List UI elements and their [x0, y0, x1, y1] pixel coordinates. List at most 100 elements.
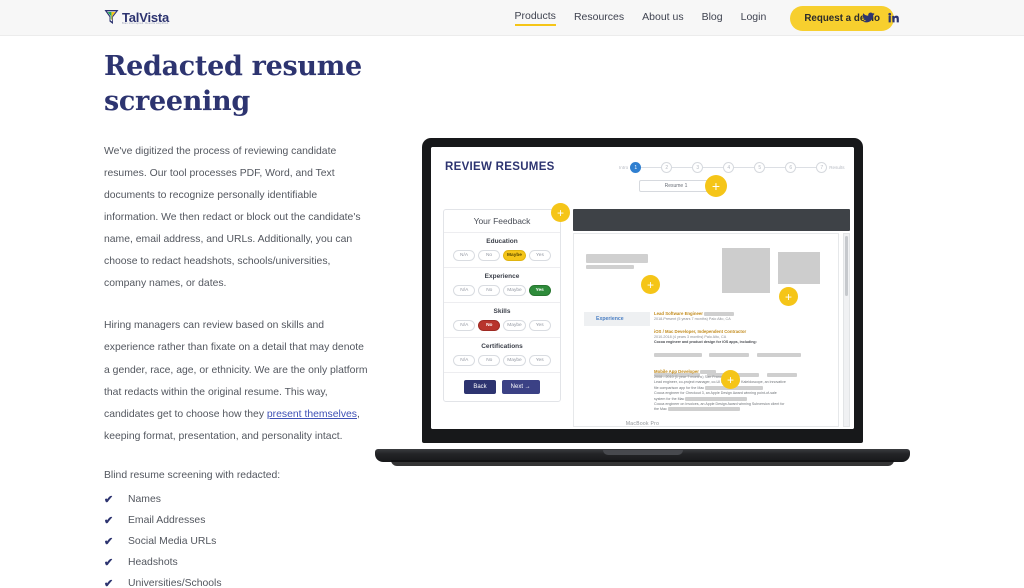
present-themselves-link[interactable]: present themselves	[267, 409, 357, 420]
linkedin-icon[interactable]	[887, 11, 900, 24]
entry-line: file comparison app for the Mac	[654, 386, 829, 390]
redacted-employer	[703, 311, 734, 316]
laptop-screen: REVIEW RESUMES Intro 1 2 3 4 5 6 7 Resul…	[431, 147, 854, 429]
resume-document: Experience Lead Software Engineer 2018-P…	[573, 233, 839, 427]
document-scrollbar[interactable]	[843, 233, 850, 427]
hotspot-marker-employer[interactable]: +	[721, 370, 740, 389]
entry-subtitle: 2008 - 2010 (1 year 7 months) San Franci…	[654, 375, 736, 379]
progress-stepper: Intro 1 2 3 4 5 6 7 Results	[619, 162, 845, 173]
resume-document-viewer: Experience Lead Software Engineer 2018-P…	[573, 209, 850, 427]
feedback-group-experience: Experience N/A No Maybe Yes	[444, 268, 560, 303]
scrollbar-thumb[interactable]	[845, 236, 848, 296]
app-title: REVIEW RESUMES	[445, 161, 555, 173]
nav-item-about-us[interactable]: About us	[642, 11, 683, 25]
funnel-logo-icon	[104, 9, 119, 25]
feedback-option-yes[interactable]: Yes	[528, 320, 551, 331]
entry-subtitle: 2018-Present (5 years 7 months) Palo Alt…	[654, 317, 731, 321]
redacted-line	[667, 407, 740, 412]
feedback-option-yes[interactable]: Yes	[528, 250, 551, 261]
stepper-connector	[641, 167, 662, 168]
feedback-panel-title: Your Feedback	[444, 216, 560, 233]
feedback-option-na[interactable]: N/A	[453, 285, 476, 296]
stepper-step-3[interactable]: 3	[692, 162, 704, 173]
redacted-line	[756, 353, 801, 358]
stepper-step-6[interactable]: 6	[785, 162, 797, 173]
feedback-options: N/A No Maybe Yes	[444, 355, 560, 366]
feedback-option-na[interactable]: N/A	[453, 355, 476, 366]
nav-item-products[interactable]: Products	[514, 10, 556, 26]
back-button[interactable]: Back	[464, 380, 496, 394]
stepper-step-2[interactable]: 2	[661, 162, 673, 173]
feedback-group-education: Education N/A No Maybe Yes	[444, 233, 560, 268]
section-label-experience: Experience	[596, 316, 624, 322]
feedback-option-maybe[interactable]: Maybe	[503, 285, 526, 296]
nav-item-blog[interactable]: Blog	[702, 11, 723, 25]
redacted-headshot-1	[722, 248, 770, 293]
viewer-toolbar	[573, 209, 850, 231]
feedback-category-label: Education	[486, 238, 518, 245]
stepper-step-7[interactable]: 7	[816, 162, 828, 173]
check-icon: ✔	[104, 514, 114, 527]
feedback-option-maybe[interactable]: Maybe	[503, 250, 526, 261]
feedback-option-maybe[interactable]: Maybe	[503, 355, 526, 366]
laptop-base-shadow	[391, 460, 894, 466]
entry-title: Lead Software Engineer	[654, 311, 814, 316]
redacted-name-block	[586, 254, 648, 263]
feedback-option-no[interactable]: No	[478, 355, 501, 366]
nav-item-resources[interactable]: Resources	[574, 11, 624, 25]
entry-line: Cocoa engineer on Invoices, an Apple Des…	[654, 402, 785, 407]
entry-title: iOS / Mac Developer, Independent Contrac…	[654, 329, 747, 334]
feedback-option-no[interactable]: No	[478, 250, 501, 261]
hotspot-marker-stepper[interactable]: +	[705, 175, 727, 197]
entry-line: Cocoa engineer and product design for iO…	[654, 340, 757, 345]
list-item: ✔ Social Media URLs	[104, 531, 372, 552]
entry-subtitle: 2010-2018 (4 years 3 months) Palo Alto, …	[654, 335, 727, 339]
hotspot-marker-name[interactable]: +	[641, 275, 660, 294]
feedback-option-no[interactable]: No	[478, 320, 501, 331]
list-item-label: Names	[128, 493, 161, 505]
stepper-step-4[interactable]: 4	[723, 162, 735, 173]
twitter-icon[interactable]	[862, 11, 875, 24]
feedback-option-na[interactable]: N/A	[453, 250, 476, 261]
paragraph-2-text-before: Hiring managers can review based on skil…	[104, 320, 368, 420]
stepper-connector	[796, 167, 817, 168]
feedback-option-no[interactable]: No	[478, 285, 501, 296]
brand-logo[interactable]: TalVista Bias interrupted. Results ampli…	[104, 9, 169, 25]
main-nav: Products Resources About us Blog Login R…	[514, 0, 894, 36]
feedback-group-skills: Skills N/A No Maybe Yes	[444, 303, 560, 338]
stepper-step-1[interactable]: 1	[630, 162, 642, 173]
feedback-option-yes[interactable]: Yes	[528, 285, 551, 296]
feedback-option-maybe[interactable]: Maybe	[503, 320, 526, 331]
nav-item-login[interactable]: Login	[741, 11, 767, 25]
hotspot-marker-headshot[interactable]: +	[779, 287, 798, 306]
feedback-options: N/A No Maybe Yes	[444, 320, 560, 331]
stepper-start-label: Intro	[619, 165, 629, 170]
review-resumes-app: REVIEW RESUMES Intro 1 2 3 4 5 6 7 Resul…	[431, 147, 854, 429]
feedback-category-label: Skills	[493, 308, 511, 315]
feedback-category-label: Certifications	[481, 343, 523, 350]
list-item: ✔ Headshots	[104, 552, 372, 573]
next-button[interactable]: Next →	[501, 380, 540, 394]
list-item: ✔ Universities/Schools	[104, 573, 372, 588]
list-item-label: Universities/Schools	[128, 577, 222, 588]
resume-entry-1: Lead Software Engineer 2018-Present (5 y…	[654, 311, 814, 321]
entry-title: Mobile App Developer	[654, 369, 829, 374]
check-icon: ✔	[104, 535, 114, 548]
landing-page: TalVista Bias interrupted. Results ampli…	[0, 0, 1024, 588]
check-icon: ✔	[104, 556, 114, 569]
social-links	[862, 11, 900, 24]
hero-text-column: Redacted resume screening We've digitize…	[104, 50, 372, 588]
feedback-options: N/A No Maybe Yes	[444, 285, 560, 296]
hero-paragraph-1: We've digitized the process of reviewing…	[104, 146, 361, 290]
laptop-mockup: REVIEW RESUMES Intro 1 2 3 4 5 6 7 Resul…	[375, 138, 910, 468]
feedback-option-yes[interactable]: Yes	[528, 355, 551, 366]
redacted-line	[685, 396, 748, 401]
stepper-end-label: Results	[829, 165, 845, 170]
feedback-option-na[interactable]: N/A	[453, 320, 476, 331]
list-item-label: Headshots	[128, 556, 178, 568]
feedback-category-label: Experience	[484, 273, 520, 280]
list-item: ✔ Names	[104, 489, 372, 510]
stepper-step-5[interactable]: 5	[754, 162, 766, 173]
hotspot-marker-feedback[interactable]: +	[551, 203, 570, 222]
resume-selector-chip[interactable]: Resume 1	[639, 180, 713, 192]
